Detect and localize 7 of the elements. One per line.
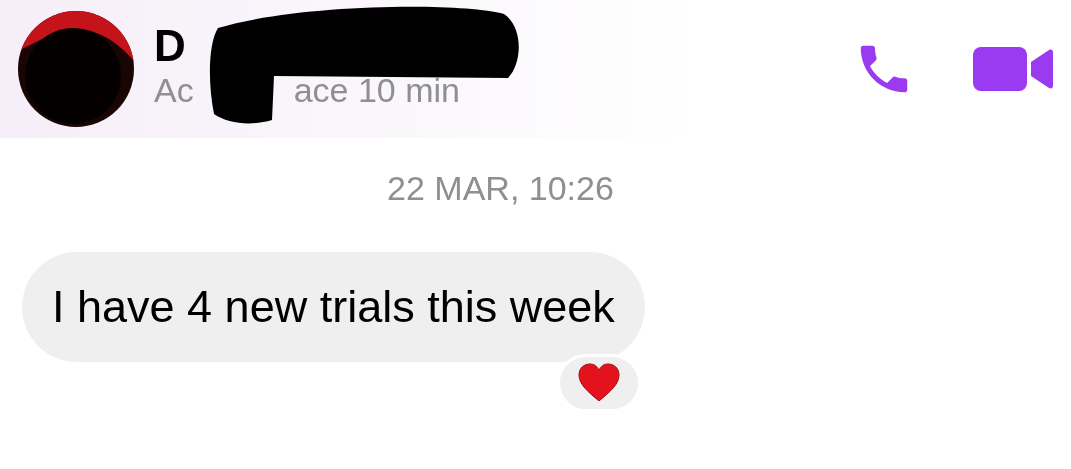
video-camera-icon[interactable] (973, 44, 1053, 94)
message-timestamp: 22 MAR, 10:26 (387, 168, 614, 209)
status-text: ace 10 min (293, 71, 460, 109)
heart-icon (576, 363, 621, 403)
message-text: I have 4 new trials this week (52, 280, 615, 335)
status-text: Ac (154, 71, 194, 109)
contact-name: D (154, 21, 187, 71)
